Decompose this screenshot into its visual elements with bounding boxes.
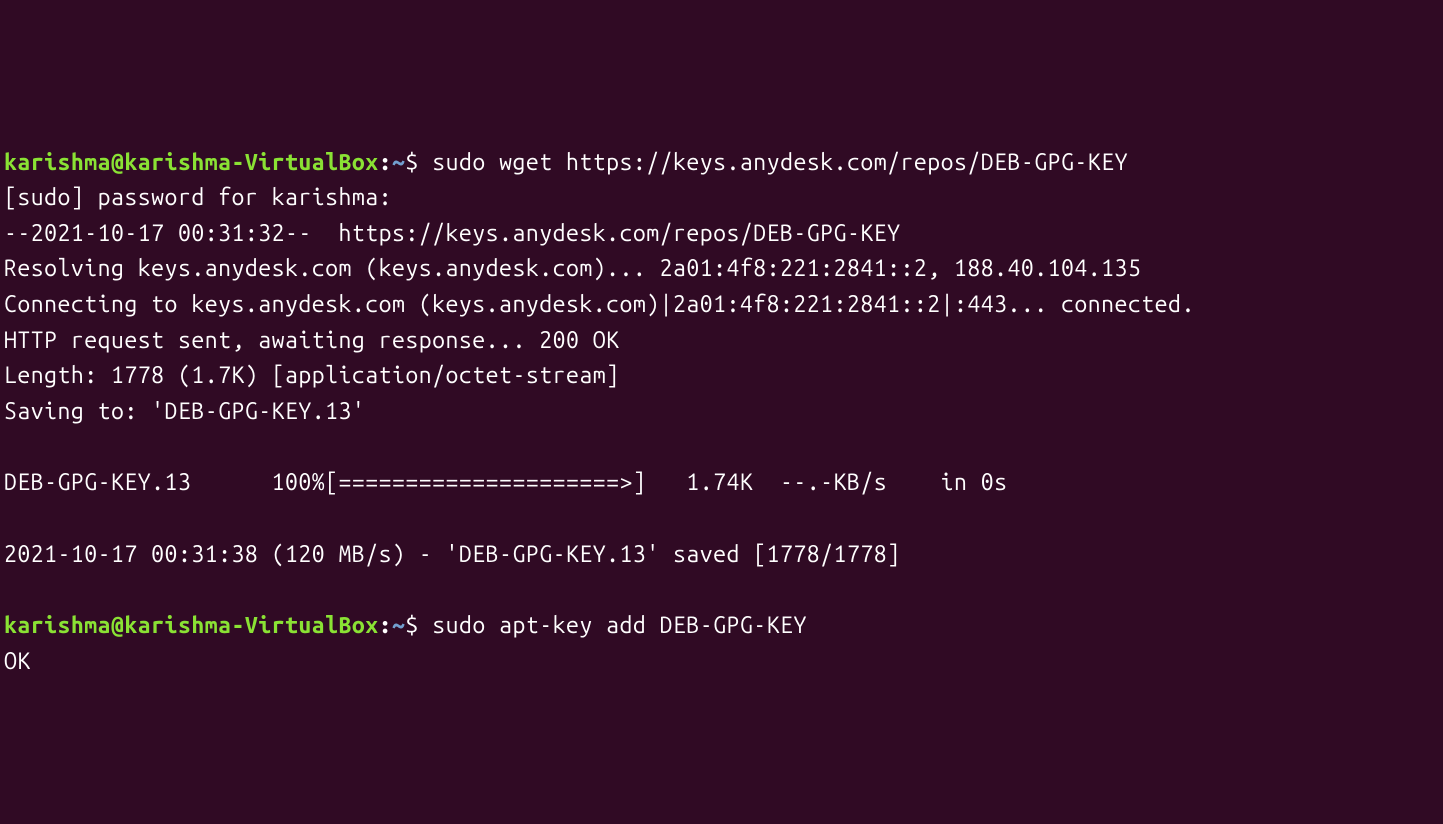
terminal-output: [sudo] password for karishma: --2021-10-… [4,185,1195,566]
terminal-output: OK [4,649,31,674]
command-line: sudo apt-key add DEB-GPG-KEY [432,613,807,638]
prompt-path: ~ [392,613,405,638]
prompt-path: ~ [392,150,405,175]
prompt-separator: : [379,150,392,175]
prompt-dollar: $ [405,613,432,638]
prompt-dollar: $ [405,150,432,175]
prompt-user-host: karishma@karishma-VirtualBox [4,613,379,638]
command-line: sudo wget https://keys.anydesk.com/repos… [432,150,1128,175]
terminal-content[interactable]: karishma@karishma-VirtualBox:~$ sudo wge… [4,150,1195,674]
prompt-user-host: karishma@karishma-VirtualBox [4,150,379,175]
prompt-separator: : [379,613,392,638]
